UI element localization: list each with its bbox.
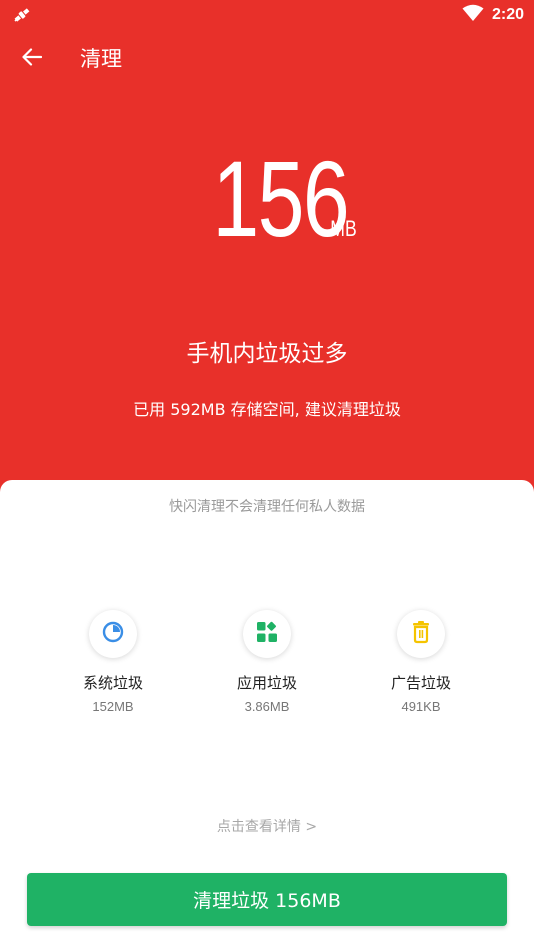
category-name: 系统垃圾 <box>82 674 143 692</box>
arrow-left-icon <box>22 48 43 70</box>
category-ad-junk[interactable]: 广告垃圾 491KB <box>341 610 501 714</box>
view-details-link[interactable]: 点击查看详情 > <box>0 816 534 836</box>
app-bar: 清理 <box>0 36 534 82</box>
header-panel: 2:20 清理 156MB 手机内垃圾过多 已用 592MB 存储空间, 建议清… <box>0 0 534 520</box>
category-system-junk[interactable]: 系统垃圾 152MB <box>33 610 193 714</box>
back-button[interactable] <box>18 45 46 73</box>
clean-junk-button[interactable]: 清理垃圾 156MB <box>27 873 507 926</box>
category-name: 广告垃圾 <box>390 674 451 692</box>
junk-size-unit: MB <box>329 216 357 241</box>
status-time: 2:20 <box>491 6 524 23</box>
satellite-icon <box>12 5 32 25</box>
junk-size-display: 156MB <box>0 145 534 253</box>
pie-chart-icon <box>101 620 125 648</box>
page-title: 清理 <box>80 47 122 71</box>
category-size: 3.86MB <box>244 699 290 714</box>
category-app-junk[interactable]: 应用垃圾 3.86MB <box>187 610 347 714</box>
privacy-note: 快闪清理不会清理任何私人数据 <box>169 499 365 515</box>
apps-grid-icon <box>255 620 279 648</box>
trash-icon <box>410 620 432 648</box>
storage-subline: 已用 592MB 存储空间, 建议清理垃圾 <box>133 400 401 419</box>
category-name: 应用垃圾 <box>236 674 297 692</box>
junk-size-value: 156 <box>212 138 350 259</box>
wifi-icon <box>462 4 484 26</box>
junk-card: 快闪清理不会清理任何私人数据 系统垃圾 152MB 应用垃圾 3.86MB 广告… <box>0 480 534 949</box>
category-size: 152MB <box>92 699 134 714</box>
status-bar: 2:20 <box>0 0 534 30</box>
category-size: 491KB <box>401 699 441 714</box>
junk-headline: 手机内垃圾过多 <box>186 341 348 367</box>
